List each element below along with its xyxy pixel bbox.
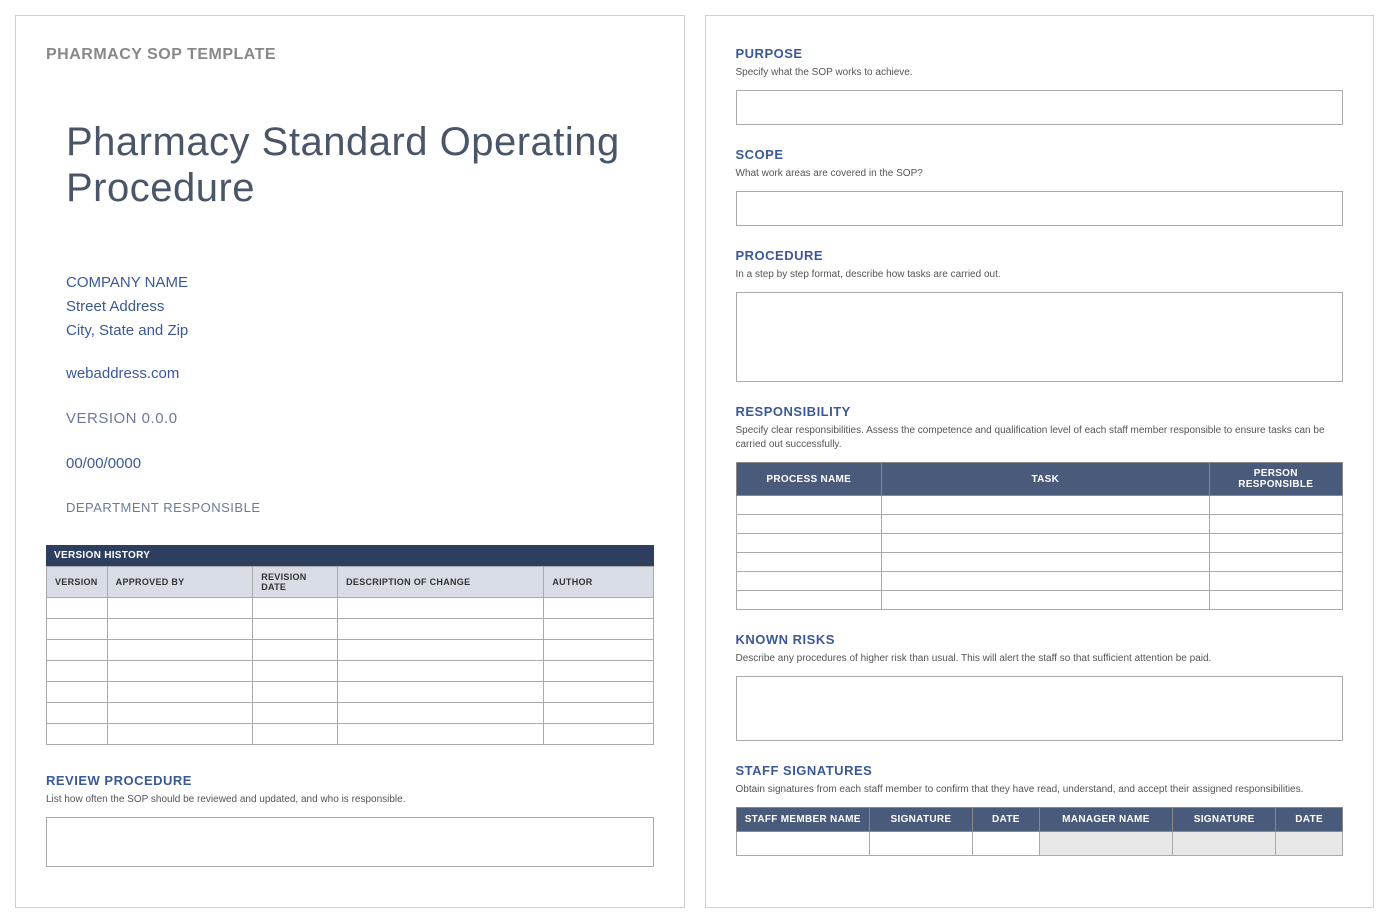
purpose-desc: Specify what the SOP works to achieve.: [736, 66, 1344, 80]
company-name: COMPANY NAME: [66, 271, 654, 295]
column-process-name: PROCESS NAME: [736, 463, 882, 496]
column-manager-name: MANAGER NAME: [1039, 808, 1172, 832]
company-block: COMPANY NAME Street Address City, State …: [66, 271, 654, 343]
version-history-title: VERSION HISTORY: [46, 545, 654, 566]
document-date: 00/00/0000: [66, 455, 654, 472]
column-staff-date: DATE: [973, 808, 1040, 832]
review-procedure-desc: List how often the SOP should be reviewe…: [46, 793, 654, 807]
responsibility-heading: RESPONSIBILITY: [736, 404, 1344, 419]
table-row: [47, 619, 654, 640]
page-1: PHARMACY SOP TEMPLATE Pharmacy Standard …: [15, 15, 685, 908]
column-version: VERSION: [47, 567, 108, 598]
procedure-heading: PROCEDURE: [736, 248, 1344, 263]
column-description: DESCRIPTION OF CHANGE: [338, 567, 544, 598]
scope-heading: SCOPE: [736, 147, 1344, 162]
street-address: Street Address: [66, 295, 654, 319]
purpose-heading: PURPOSE: [736, 46, 1344, 61]
responsibility-table: PROCESS NAME TASK PERSON RESPONSIBLE: [736, 462, 1344, 610]
review-procedure-input[interactable]: [46, 817, 654, 867]
table-row: [736, 553, 1343, 572]
column-revision-date: REVISION DATE: [253, 567, 338, 598]
city-state-zip: City, State and Zip: [66, 319, 654, 343]
table-row: [736, 572, 1343, 591]
table-row: [47, 703, 654, 724]
table-row: [47, 640, 654, 661]
table-row: [47, 682, 654, 703]
scope-input[interactable]: [736, 191, 1344, 226]
staff-signatures-desc: Obtain signatures from each staff member…: [736, 783, 1344, 797]
purpose-input[interactable]: [736, 90, 1344, 125]
column-person-responsible: PERSON RESPONSIBLE: [1209, 463, 1342, 496]
web-address: webaddress.com: [66, 365, 654, 382]
department-responsible: DEPARTMENT RESPONSIBLE: [66, 500, 654, 515]
version-number: VERSION 0.0.0: [66, 410, 654, 427]
table-row: [47, 724, 654, 745]
signatures-table: STAFF MEMBER NAME SIGNATURE DATE MANAGER…: [736, 807, 1344, 856]
document-title: Pharmacy Standard Operating Procedure: [66, 119, 654, 211]
scope-desc: What work areas are covered in the SOP?: [736, 167, 1344, 181]
review-procedure-heading: REVIEW PROCEDURE: [46, 773, 654, 788]
version-history-table: VERSION APPROVED BY REVISION DATE DESCRI…: [46, 566, 654, 745]
known-risks-heading: KNOWN RISKS: [736, 632, 1344, 647]
table-row: [736, 832, 1343, 856]
column-staff-signature: SIGNATURE: [869, 808, 972, 832]
column-staff-name: STAFF MEMBER NAME: [736, 808, 869, 832]
page-2: PURPOSE Specify what the SOP works to ac…: [705, 15, 1375, 908]
table-row: [736, 496, 1343, 515]
table-row: [736, 591, 1343, 610]
staff-signatures-heading: STAFF SIGNATURES: [736, 763, 1344, 778]
table-row: [736, 515, 1343, 534]
known-risks-desc: Describe any procedures of higher risk t…: [736, 652, 1344, 666]
table-row: [736, 534, 1343, 553]
table-row: [47, 661, 654, 682]
column-approved-by: APPROVED BY: [107, 567, 253, 598]
template-header: PHARMACY SOP TEMPLATE: [46, 46, 654, 64]
table-row: [47, 598, 654, 619]
procedure-input[interactable]: [736, 292, 1344, 382]
known-risks-input[interactable]: [736, 676, 1344, 741]
procedure-desc: In a step by step format, describe how t…: [736, 268, 1344, 282]
column-task: TASK: [882, 463, 1210, 496]
column-manager-signature: SIGNATURE: [1173, 808, 1276, 832]
column-author: AUTHOR: [544, 567, 653, 598]
responsibility-desc: Specify clear responsibilities. Assess t…: [736, 424, 1344, 452]
column-manager-date: DATE: [1276, 808, 1343, 832]
